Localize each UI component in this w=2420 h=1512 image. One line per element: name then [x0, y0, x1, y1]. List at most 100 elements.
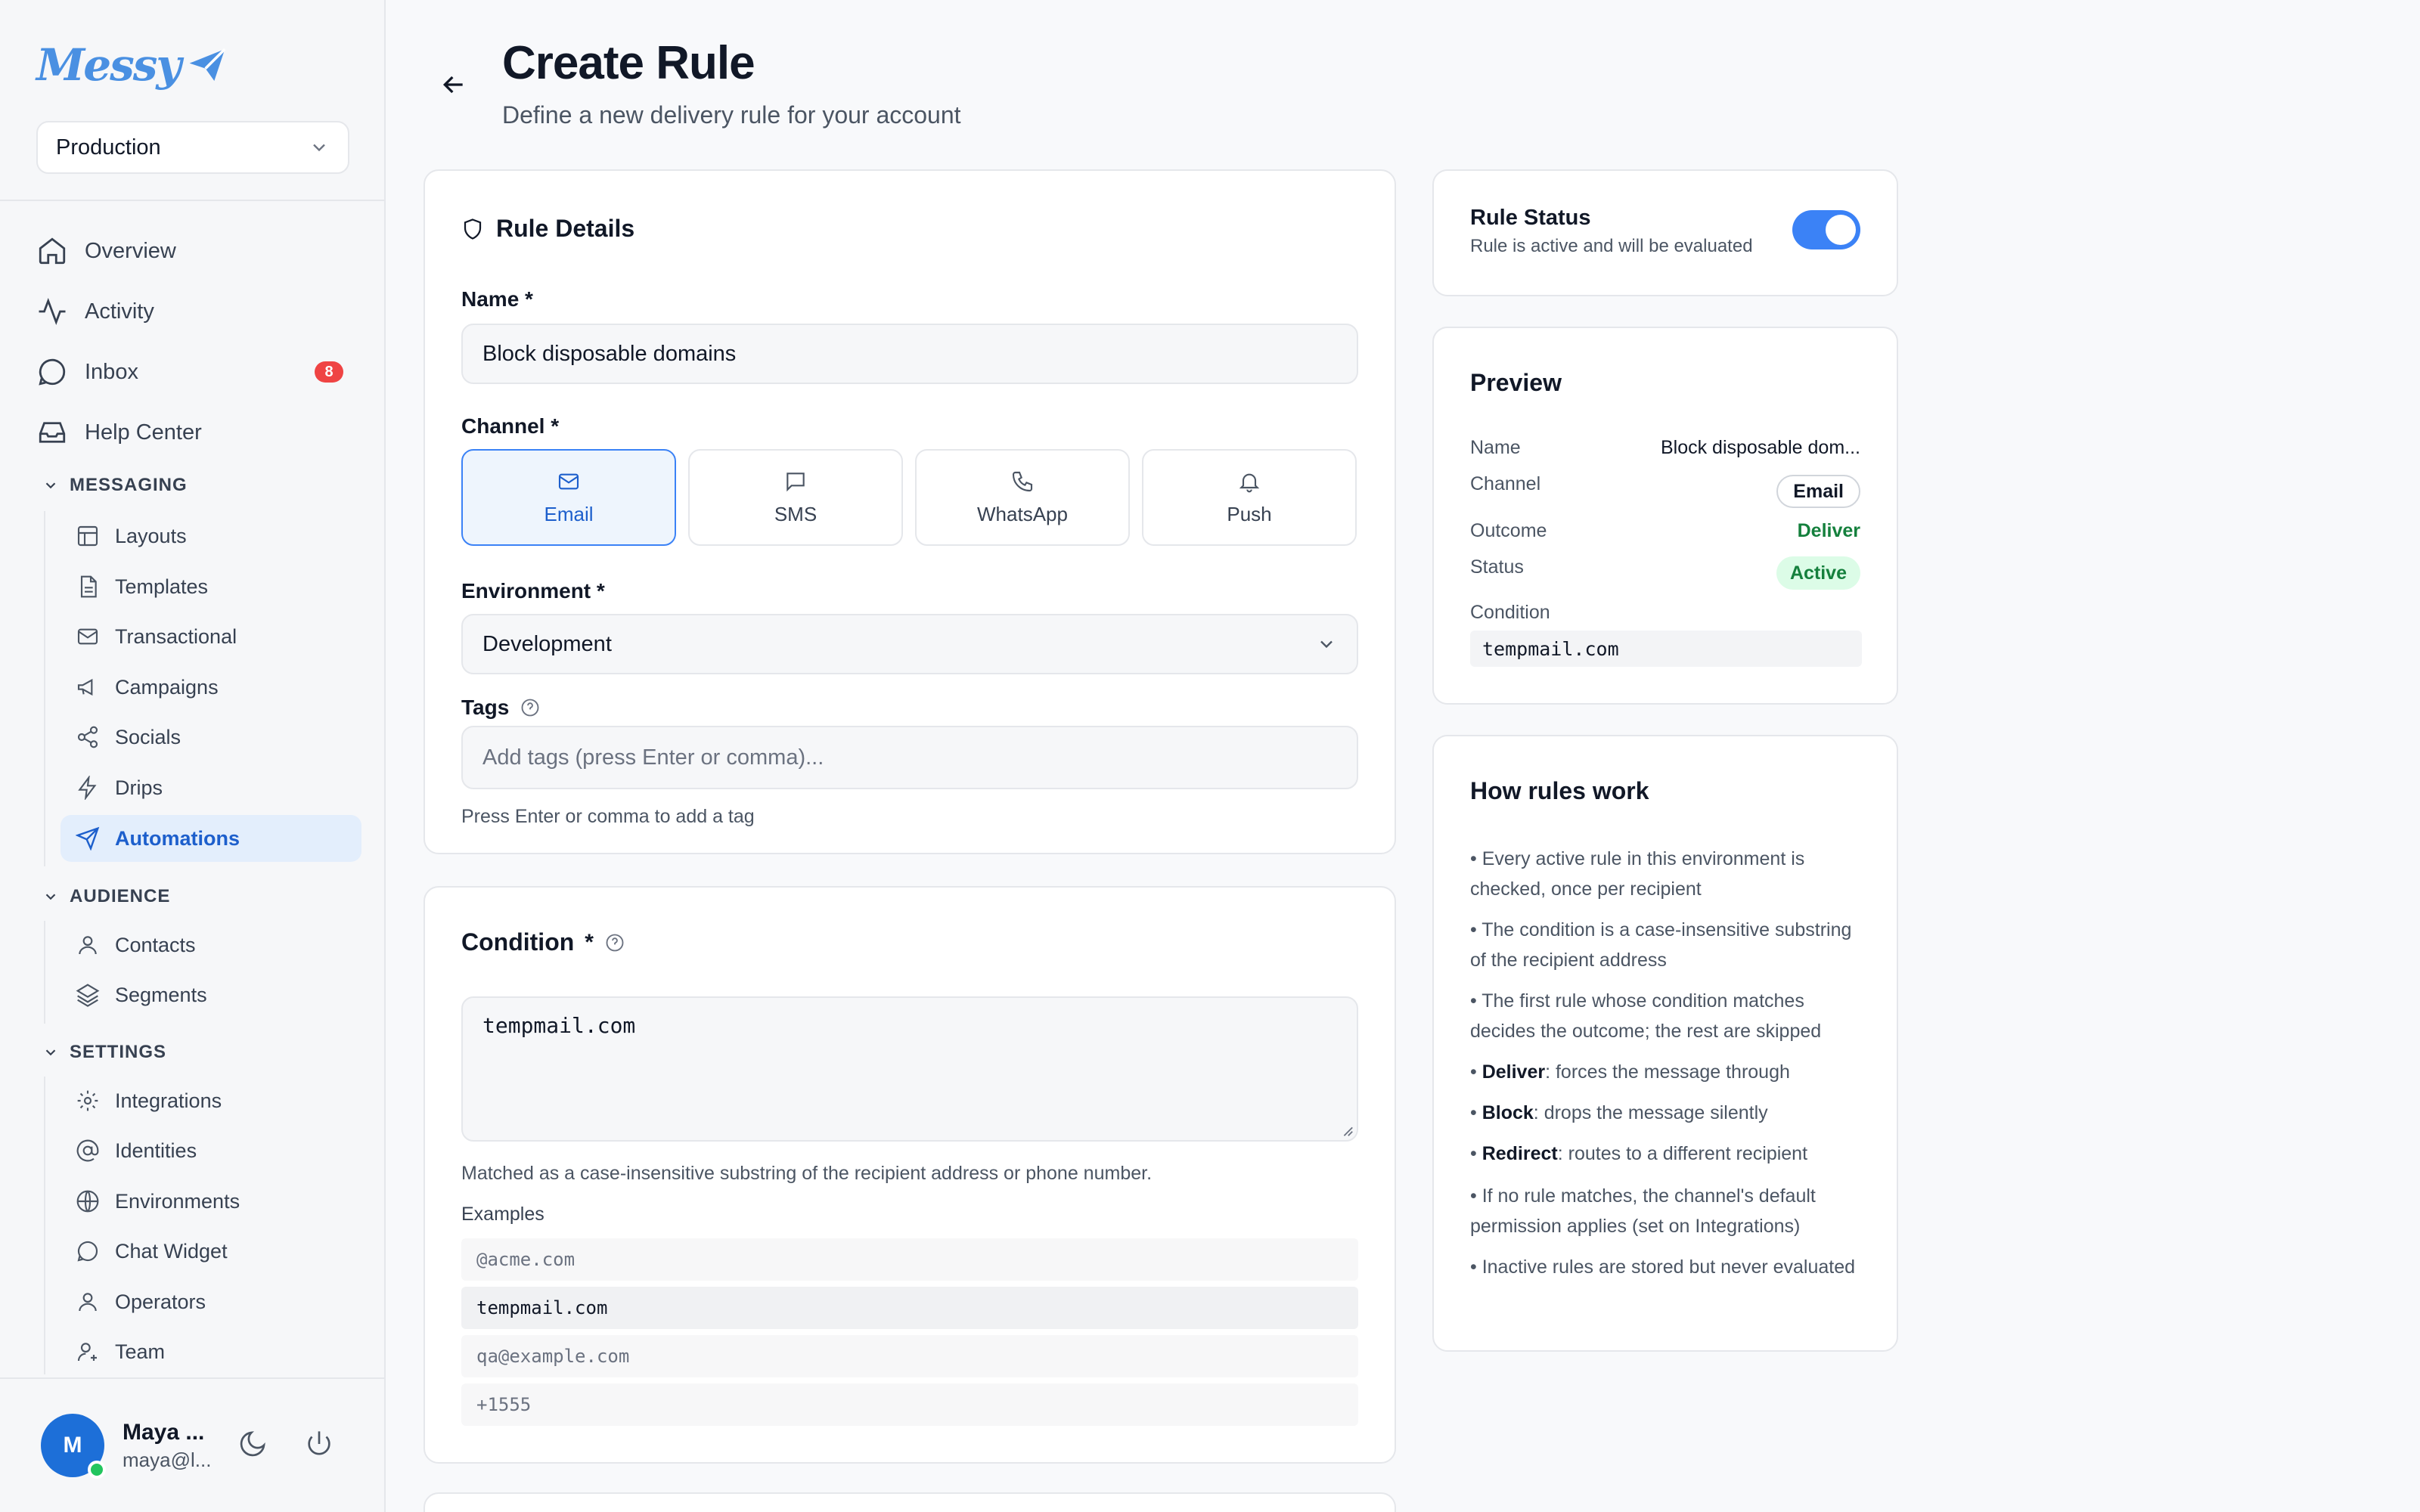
brand-logo[interactable]: Messy: [36, 39, 228, 91]
chat-bubble-icon: [77, 1241, 98, 1262]
tags-input[interactable]: Add tags (press Enter or comma)...: [461, 726, 1358, 789]
next-card: [424, 1492, 1396, 1512]
channel-option-whatsapp[interactable]: WhatsApp: [915, 449, 1130, 546]
home-icon: [39, 237, 66, 265]
sidebar-divider: [0, 1377, 386, 1379]
environment-select[interactable]: Production: [36, 121, 349, 174]
preview-card: Preview Name Block disposable dom... Cha…: [1432, 327, 1898, 705]
how-rule-text: If no rule matches, the channel's defaul…: [1470, 1185, 1816, 1237]
sidebar: Messy Production Overview Activity Inbox…: [0, 0, 386, 1512]
section-title: AUDIENCE: [70, 886, 171, 906]
chevron-down-icon: [45, 482, 56, 489]
rule-details-card: Rule Details Name * Block disposable dom…: [424, 169, 1396, 854]
nav-item-overview[interactable]: Overview: [36, 228, 176, 274]
help-circle-icon[interactable]: [604, 932, 625, 953]
nav-item-help-center[interactable]: Help Center: [36, 410, 202, 455]
chat-icon: [39, 358, 66, 386]
how-rules-work-title: How rules work: [1470, 777, 1649, 804]
online-status-dot: [88, 1461, 106, 1479]
how-rule-item: • The first rule whose condition matches…: [1470, 990, 1822, 1042]
user-icon: [79, 936, 97, 955]
example-item[interactable]: tempmail.com: [461, 1287, 1358, 1329]
sidebar-item-team[interactable]: Team: [60, 1328, 361, 1375]
user-profile[interactable]: M Maya ... maya@l...: [41, 1414, 211, 1479]
moon-icon[interactable]: [237, 1429, 268, 1459]
how-rule-item: • Every active rule in this environment …: [1470, 848, 1805, 900]
preview-outcome-value: Deliver: [1797, 520, 1860, 541]
condition-textarea[interactable]: tempmail.com: [461, 996, 1358, 1142]
how-rule-item: • The condition is a case-insensitive su…: [1470, 919, 1852, 971]
how-rule-text: : routes to a different recipient: [1557, 1143, 1808, 1164]
example-item[interactable]: +1555: [461, 1383, 1358, 1426]
sidebar-item-campaigns[interactable]: Campaigns: [60, 664, 361, 711]
sidebar-item-label: Automations: [115, 826, 240, 850]
file-icon: [80, 575, 97, 598]
how-rules-work-card: How rules work • Every active rule in th…: [1432, 735, 1898, 1352]
sidebar-item-environments[interactable]: Environments: [60, 1178, 361, 1225]
sidebar-item-layouts[interactable]: Layouts: [60, 513, 361, 559]
preview-title: Preview: [1470, 369, 1562, 396]
sidebar-item-label: Campaigns: [115, 675, 219, 699]
brand-name: Messy: [36, 39, 182, 91]
inbox-count-badge: 8: [315, 361, 343, 383]
layout-icon: [77, 525, 98, 547]
channel-option-label: Email: [544, 502, 594, 525]
how-rule-bold: Block: [1481, 1102, 1534, 1123]
avatar: M: [41, 1414, 106, 1479]
sidebar-item-drips[interactable]: Drips: [60, 764, 361, 811]
sidebar-item-operators[interactable]: Operators: [60, 1278, 361, 1325]
sidebar-item-chat-widget[interactable]: Chat Widget: [60, 1228, 361, 1275]
sidebar-item-segments[interactable]: Segments: [60, 971, 361, 1018]
how-rule-text: Inactive rules are stored but never eval…: [1481, 1256, 1856, 1278]
sidebar-item-integrations[interactable]: Integrations: [60, 1077, 361, 1124]
chevron-down-icon: [45, 1049, 56, 1056]
sidebar-item-transactional[interactable]: Transactional: [60, 613, 361, 660]
example-item[interactable]: qa@example.com: [461, 1335, 1358, 1377]
help-circle-icon[interactable]: [520, 697, 541, 718]
preview-channel-pill: Email: [1776, 475, 1860, 508]
message-square-icon: [786, 472, 805, 491]
condition-card: Condition * tempmail.com Matched as a ca…: [424, 886, 1396, 1464]
environment-select[interactable]: Development: [461, 614, 1358, 674]
sidebar-item-socials[interactable]: Socials: [60, 714, 361, 761]
resize-handle-icon[interactable]: [1340, 1123, 1354, 1137]
inbox-tray-icon: [39, 422, 66, 443]
section-title: SETTINGS: [70, 1042, 167, 1062]
sidebar-item-identities[interactable]: Identities: [60, 1127, 361, 1174]
example-item[interactable]: @acme.com: [461, 1238, 1358, 1281]
preview-channel-label: Channel: [1470, 473, 1541, 494]
sidebar-item-label: Transactional: [115, 624, 237, 648]
rule-status-title: Rule Status: [1470, 206, 1591, 230]
how-rule-item: • If no rule matches, the channel's defa…: [1470, 1185, 1816, 1237]
how-rule-text: The first rule whose condition matches d…: [1470, 990, 1822, 1042]
nav-item-inbox[interactable]: Inbox 8: [36, 349, 343, 395]
section-toggle-audience[interactable]: AUDIENCE: [42, 886, 170, 907]
back-arrow-icon[interactable]: [439, 70, 469, 100]
nav-item-activity[interactable]: Activity: [36, 289, 154, 334]
gear-icon: [77, 1090, 98, 1111]
phone-icon: [1012, 471, 1033, 491]
section-guide-line: [44, 1077, 45, 1374]
mail-icon: [77, 628, 98, 645]
section-title: MESSAGING: [70, 475, 188, 495]
tags-label: Tags: [461, 696, 510, 719]
tags-label-row: Tags: [461, 696, 541, 720]
section-toggle-settings[interactable]: SETTINGS: [42, 1042, 166, 1063]
sidebar-item-label: Environments: [115, 1189, 240, 1213]
channel-option-sms[interactable]: SMS: [688, 449, 903, 546]
name-input[interactable]: Block disposable domains: [461, 324, 1358, 384]
sidebar-item-contacts[interactable]: Contacts: [60, 922, 361, 968]
preview-condition-value: tempmail.com: [1470, 631, 1862, 667]
sidebar-item-automations[interactable]: Automations: [60, 815, 361, 862]
sidebar-item-label: Layouts: [115, 524, 187, 547]
channel-option-push[interactable]: Push: [1142, 449, 1357, 546]
page-subtitle: Define a new delivery rule for your acco…: [502, 101, 961, 129]
channel-option-email[interactable]: Email: [461, 449, 676, 546]
sidebar-item-templates[interactable]: Templates: [60, 563, 361, 610]
power-icon[interactable]: [304, 1429, 334, 1459]
sidebar-item-label: Chat Widget: [115, 1239, 228, 1263]
rule-status-toggle[interactable]: [1792, 210, 1860, 249]
preview-outcome-label: Outcome: [1470, 520, 1547, 541]
section-toggle-messaging[interactable]: MESSAGING: [42, 475, 188, 496]
how-rule-item: • Deliver: forces the message through: [1470, 1061, 1790, 1083]
